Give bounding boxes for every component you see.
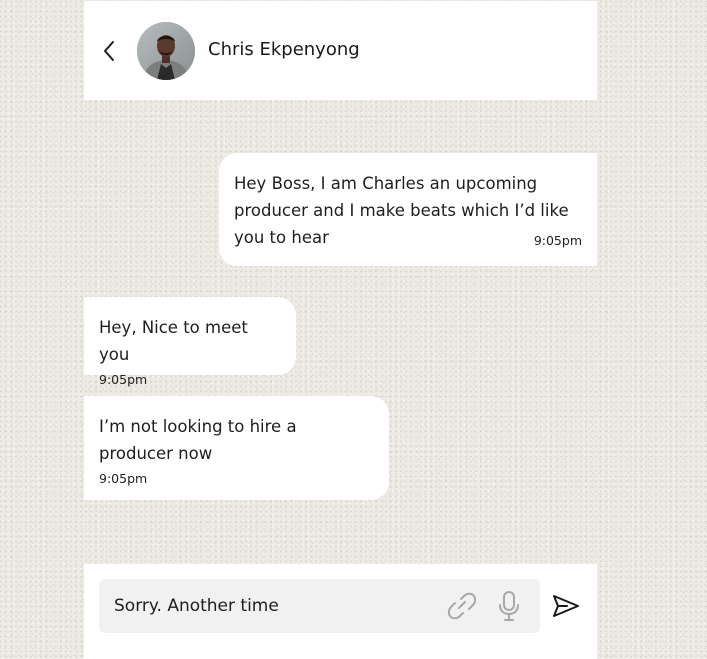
chevron-left-icon <box>104 41 114 61</box>
message-text: I’m not looking to hire a producer now <box>99 417 297 463</box>
back-button[interactable] <box>98 37 120 65</box>
paperclip-icon <box>447 592 477 620</box>
message-text: Hey, Nice to meet you <box>99 318 248 364</box>
attach-button[interactable] <box>445 590 479 622</box>
microphone-button[interactable] <box>496 590 522 622</box>
message-input[interactable] <box>114 579 434 633</box>
message-bubble-received: I’m not looking to hire a producer now 9… <box>84 396 389 500</box>
message-time: 9:05pm <box>99 372 148 387</box>
send-icon <box>553 595 579 617</box>
send-button[interactable] <box>550 592 582 620</box>
avatar-photo <box>137 22 195 80</box>
avatar[interactable] <box>137 22 195 80</box>
contact-name: Chris Ekpenyong <box>208 39 360 60</box>
message-input-container <box>99 579 540 633</box>
message-bubble-sent: Hey Boss, I am Charles an upcoming produ… <box>219 153 597 266</box>
message-composer <box>84 564 597 659</box>
message-time: 9:05pm <box>533 233 582 248</box>
microphone-icon <box>499 591 519 621</box>
message-bubble-received: Hey, Nice to meet you 9:05pm <box>84 297 296 387</box>
chat-header: Chris Ekpenyong <box>84 1 597 100</box>
message-time: 9:05pm <box>99 471 148 486</box>
